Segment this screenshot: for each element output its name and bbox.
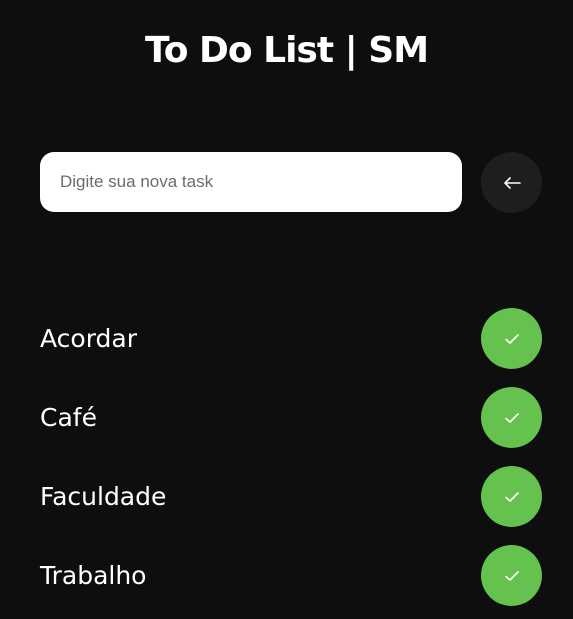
new-task-form: [40, 152, 542, 213]
task-list: Acordar Café Faculdade Trabalho: [40, 308, 542, 619]
arrow-left-icon: [503, 176, 521, 189]
complete-task-button[interactable]: [481, 466, 542, 527]
add-task-button[interactable]: [481, 152, 542, 213]
complete-task-button[interactable]: [481, 387, 542, 448]
check-icon: [504, 333, 519, 344]
check-icon: [504, 491, 519, 502]
list-item: Café: [40, 387, 542, 448]
complete-task-button[interactable]: [481, 545, 542, 606]
complete-task-button[interactable]: [481, 308, 542, 369]
task-label: Acordar: [40, 324, 138, 353]
task-label: Faculdade: [40, 482, 167, 511]
check-icon: [504, 570, 519, 581]
list-item: Acordar: [40, 308, 542, 369]
task-label: Trabalho: [40, 561, 147, 590]
new-task-input[interactable]: [40, 152, 462, 212]
list-item: Trabalho: [40, 545, 542, 606]
task-label: Café: [40, 403, 97, 432]
page-title: To Do List | SM: [144, 30, 429, 72]
check-icon: [504, 412, 519, 423]
list-item: Faculdade: [40, 466, 542, 527]
